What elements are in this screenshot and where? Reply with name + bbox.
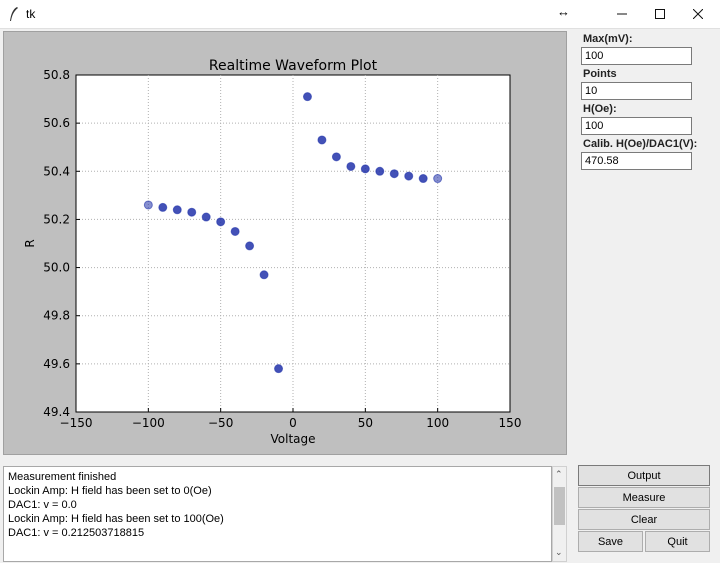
minimize-icon <box>617 13 627 15</box>
data-point <box>201 212 211 222</box>
data-point <box>216 217 226 227</box>
points-label: Points <box>583 68 617 80</box>
max-mv-input[interactable]: 100 <box>581 47 692 65</box>
x-tick-label: 150 <box>499 416 522 430</box>
data-point <box>317 135 327 145</box>
output-button[interactable]: Output <box>578 465 710 486</box>
data-point <box>331 152 341 162</box>
y-axis-label: R <box>23 239 37 247</box>
save-button[interactable]: Save <box>578 531 643 552</box>
y-tick-label: 49.4 <box>43 405 70 419</box>
minimize-button[interactable] <box>602 0 642 28</box>
measure-button[interactable]: Measure <box>578 487 710 508</box>
x-axis-label: Voltage <box>270 432 315 446</box>
y-tick-label: 50.4 <box>43 164 70 178</box>
points-input[interactable]: 10 <box>581 82 692 100</box>
x-tick-label: 0 <box>289 416 297 430</box>
data-point <box>433 174 443 184</box>
max-mv-label: Max(mV): <box>583 33 633 45</box>
close-icon <box>693 9 703 19</box>
close-button[interactable] <box>678 0 718 28</box>
data-point <box>389 169 399 179</box>
title-bar: tk ↔ <box>0 0 720 28</box>
data-point <box>418 174 428 184</box>
h-oe-input[interactable]: 100 <box>581 117 692 135</box>
calib-label: Calib. H(Oe)/DAC1(V): <box>583 138 698 150</box>
scroll-up-icon[interactable]: ⌃ <box>555 469 563 480</box>
data-point <box>158 202 168 212</box>
data-point <box>302 92 312 102</box>
maximize-icon <box>655 9 665 19</box>
feather-icon <box>10 7 18 21</box>
y-tick-label: 49.6 <box>43 357 70 371</box>
y-tick-label: 50.0 <box>43 261 70 275</box>
client-area: −150 −100 −50 0 50 100 150 49.4 49.6 49.8 50.0 50.2… <box>0 28 720 563</box>
data-point <box>274 364 284 374</box>
plot-canvas: −150 −100 −50 0 50 100 150 49.4 49.6 49.8 50.0 50.2… <box>3 31 567 455</box>
resize-arrows-icon: ↔ <box>557 4 570 19</box>
quit-button[interactable]: Quit <box>645 531 710 552</box>
window-title: tk <box>26 7 36 21</box>
chart-title: Realtime Waveform Plot <box>209 58 378 74</box>
y-tick-label: 50.2 <box>43 212 70 226</box>
data-point <box>375 166 385 176</box>
data-point <box>230 226 240 236</box>
x-tick-label: 50 <box>358 416 373 430</box>
x-tick-label: −50 <box>208 416 233 430</box>
data-point <box>404 171 414 181</box>
data-point <box>360 164 370 174</box>
log-textbox[interactable]: Measurement finished Lockin Amp: H field… <box>3 466 552 562</box>
data-point <box>143 200 153 210</box>
log-line: DAC1: v = 0.0 <box>8 499 77 511</box>
y-tick-label: 49.8 <box>43 309 70 323</box>
y-tick-label: 50.6 <box>43 116 70 130</box>
scatter-chart: −150 −100 −50 0 50 100 15049.449.649.850.050.2… <box>23 58 522 446</box>
x-tick-label: 100 <box>426 416 449 430</box>
log-line: Lockin Amp: H field has been set to 100(… <box>8 513 224 525</box>
log-line: Measurement finished <box>8 471 117 483</box>
log-scrollbar[interactable]: ⌃ ⌄ <box>552 466 567 562</box>
data-point <box>187 207 197 217</box>
log-line: Lockin Amp: H field has been set to 0(Oe… <box>8 485 212 497</box>
clear-button[interactable]: Clear <box>578 509 710 530</box>
calib-input[interactable]: 470.58 <box>581 152 692 170</box>
scroll-down-icon[interactable]: ⌄ <box>555 547 563 558</box>
h-oe-label: H(Oe): <box>583 103 617 115</box>
scroll-thumb[interactable] <box>554 487 565 525</box>
y-tick-label: 50.8 <box>43 68 70 82</box>
x-tick-label: −100 <box>132 416 165 430</box>
data-point <box>346 161 356 171</box>
log-line: DAC1: v = 0.212503718815 <box>8 527 145 539</box>
data-point <box>259 270 269 280</box>
data-point <box>172 205 182 215</box>
data-point <box>245 241 255 251</box>
maximize-button[interactable] <box>640 0 680 28</box>
